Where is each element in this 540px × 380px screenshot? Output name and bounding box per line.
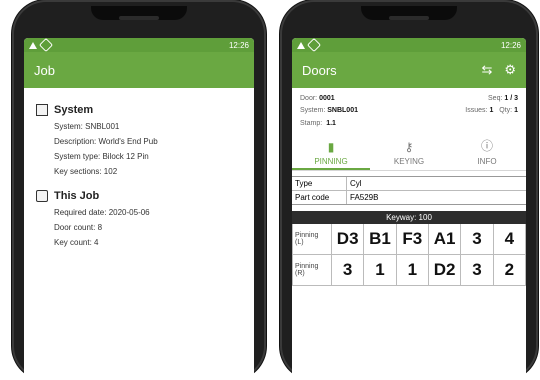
pinning-left-label-line-1: Pinning [295,231,319,239]
pinning-right-cell: 1 [397,255,429,286]
phone-notch [361,6,457,20]
tab-keying-label: KEYING [393,157,425,167]
pinning-right-cell: D2 [429,255,462,286]
right-phone: 12:26 Doors ⇆ ⚙ Door: 0001 Seq: 1 / 3 Sy… [280,0,538,380]
required-date: Required date: 2020-05-06 [54,208,150,217]
pinning-left-cell: A1 [429,224,462,255]
warning-icon [29,41,37,49]
door-info-table: Type Cyl Part code FA529B [292,176,526,206]
warning-icon [297,41,305,49]
door-icon: ▮ [327,140,335,155]
key-sections: Key sections: 102 [54,167,118,176]
door-row: Door: 0001 Seq: 1 / 3 [300,94,518,103]
pinning-left-cell: 4 [504,229,515,249]
system-section-title: System [36,104,242,116]
phone-speaker [389,16,429,20]
seq-field: Seq: 1 / 3 [488,94,518,103]
pinning-right-cell: 2 [504,260,515,280]
issues-label: Issues: [465,107,488,115]
settings-gear-icon[interactable]: ⚙ [504,62,516,78]
system-name: System: SNBL001 [54,122,120,131]
part-code-value: FA529B [350,193,379,203]
pinning-left-cell: F3 [397,224,429,255]
job-content: System System: SNBL001 Description: Worl… [24,88,254,257]
pinning-left-cell: 3 [461,224,494,255]
stamp-value: 1.1 [326,119,336,127]
pinning-right-cell: 3 [332,255,365,286]
qty-value: 1 [514,107,518,115]
pinning-right-label-line-1: Pinning [295,262,319,270]
status-bar: 12:26 [24,38,254,53]
tab-pinning-label: PINNING [314,157,348,167]
phone-notch [91,6,187,20]
door-value: 0001 [319,95,335,102]
server-icon [36,104,48,116]
pinning-table: Pinning (L) D3 B1 F3 A1 3 4 Pinning (R) … [292,224,526,287]
stamp-row: Stamp: 1.1 [300,119,518,128]
stamp-label: Stamp: [300,119,323,127]
this-job-section-title: This Job [36,190,242,202]
issues-value: 1 [489,107,494,115]
pinning-left-cell: B1 [364,224,397,255]
pinning-left-label-line-2: (L) [295,239,304,247]
qty-label: Qty: [499,107,513,115]
status-time: 12:26 [500,40,521,50]
type-key: Type [292,177,347,191]
page-title: Doors [302,62,337,78]
tab-pinning[interactable]: ▮ PINNING [292,140,370,171]
left-phone: 12:26 Job System System: SNBL001 Descrip… [12,0,266,380]
info-icon: ⓘ [480,139,493,154]
part-code-key: Part code [292,191,347,205]
pinning-left-cell: D3 [332,224,365,255]
pinning-left-row: Pinning (L) D3 B1 F3 A1 3 4 [293,224,525,256]
system-type: System type: Bilock 12 Pin [54,152,149,161]
door-field: Door: 0001 [300,94,335,103]
pinning-right-label-line-2: (R) [295,270,305,278]
door-label: Door: [300,95,318,102]
status-icons [297,38,322,53]
tab-info[interactable]: ⓘ INFO [448,137,525,170]
app-bar: Job [24,52,254,88]
wrench-icon [38,38,54,53]
page-title: Job [34,62,55,78]
system-value: SNBL001 [327,107,358,115]
key-count: Key count: 4 [54,238,99,247]
system-row: System: SNBL001 Issues: 1 Qty: 1 [300,106,518,115]
status-icons [29,38,54,53]
pinning-right-row: Pinning (R) 3 1 1 D2 3 2 [293,255,525,287]
system-section-title-text: System [54,104,94,116]
right-screen: 12:26 Doors ⇆ ⚙ Door: 0001 Seq: 1 / 3 Sy… [292,38,526,380]
cart-icon [36,190,48,202]
pinning-right-label: Pinning (R) [293,255,332,286]
system-field: System: SNBL001 [300,106,358,115]
appbar-actions: ⇆ ⚙ [481,62,516,78]
door-count: Door count: 8 [54,223,103,232]
pinning-right-cell: 3 [461,255,494,286]
pinning-left-label: Pinning (L) [293,224,332,255]
phone-speaker [119,16,159,20]
seq-value: 1 / 3 [504,95,518,102]
system-label: System: [300,107,326,115]
this-job-section-title-text: This Job [54,190,100,202]
status-bar: 12:26 [292,38,526,53]
app-bar: Doors ⇆ ⚙ [292,52,526,88]
issues-qty-field: Issues: 1 Qty: 1 [465,106,518,115]
key-transfer-icon[interactable]: ⇆ [481,62,492,78]
pinning-right-cell: 1 [364,255,397,286]
door-meta: Door: 0001 Seq: 1 / 3 System: SNBL001 Is… [292,88,526,134]
status-time: 12:26 [228,40,249,50]
left-screen: 12:26 Job System System: SNBL001 Descrip… [24,38,254,380]
tab-info-label: INFO [477,157,497,167]
system-description: Description: World's End Pub [54,137,158,146]
tab-bar: ▮ PINNING ⚷ KEYING ⓘ INFO [292,134,526,172]
keyway-header: Keyway: 100 [292,211,526,225]
wrench-icon [306,38,322,53]
type-row: Type Cyl [292,177,526,191]
type-value: Cyl [350,179,362,189]
part-code-row: Part code FA529B [292,190,526,205]
seq-label: Seq: [488,95,503,102]
tab-keying[interactable]: ⚷ KEYING [370,140,447,170]
key-icon: ⚷ [404,140,414,155]
